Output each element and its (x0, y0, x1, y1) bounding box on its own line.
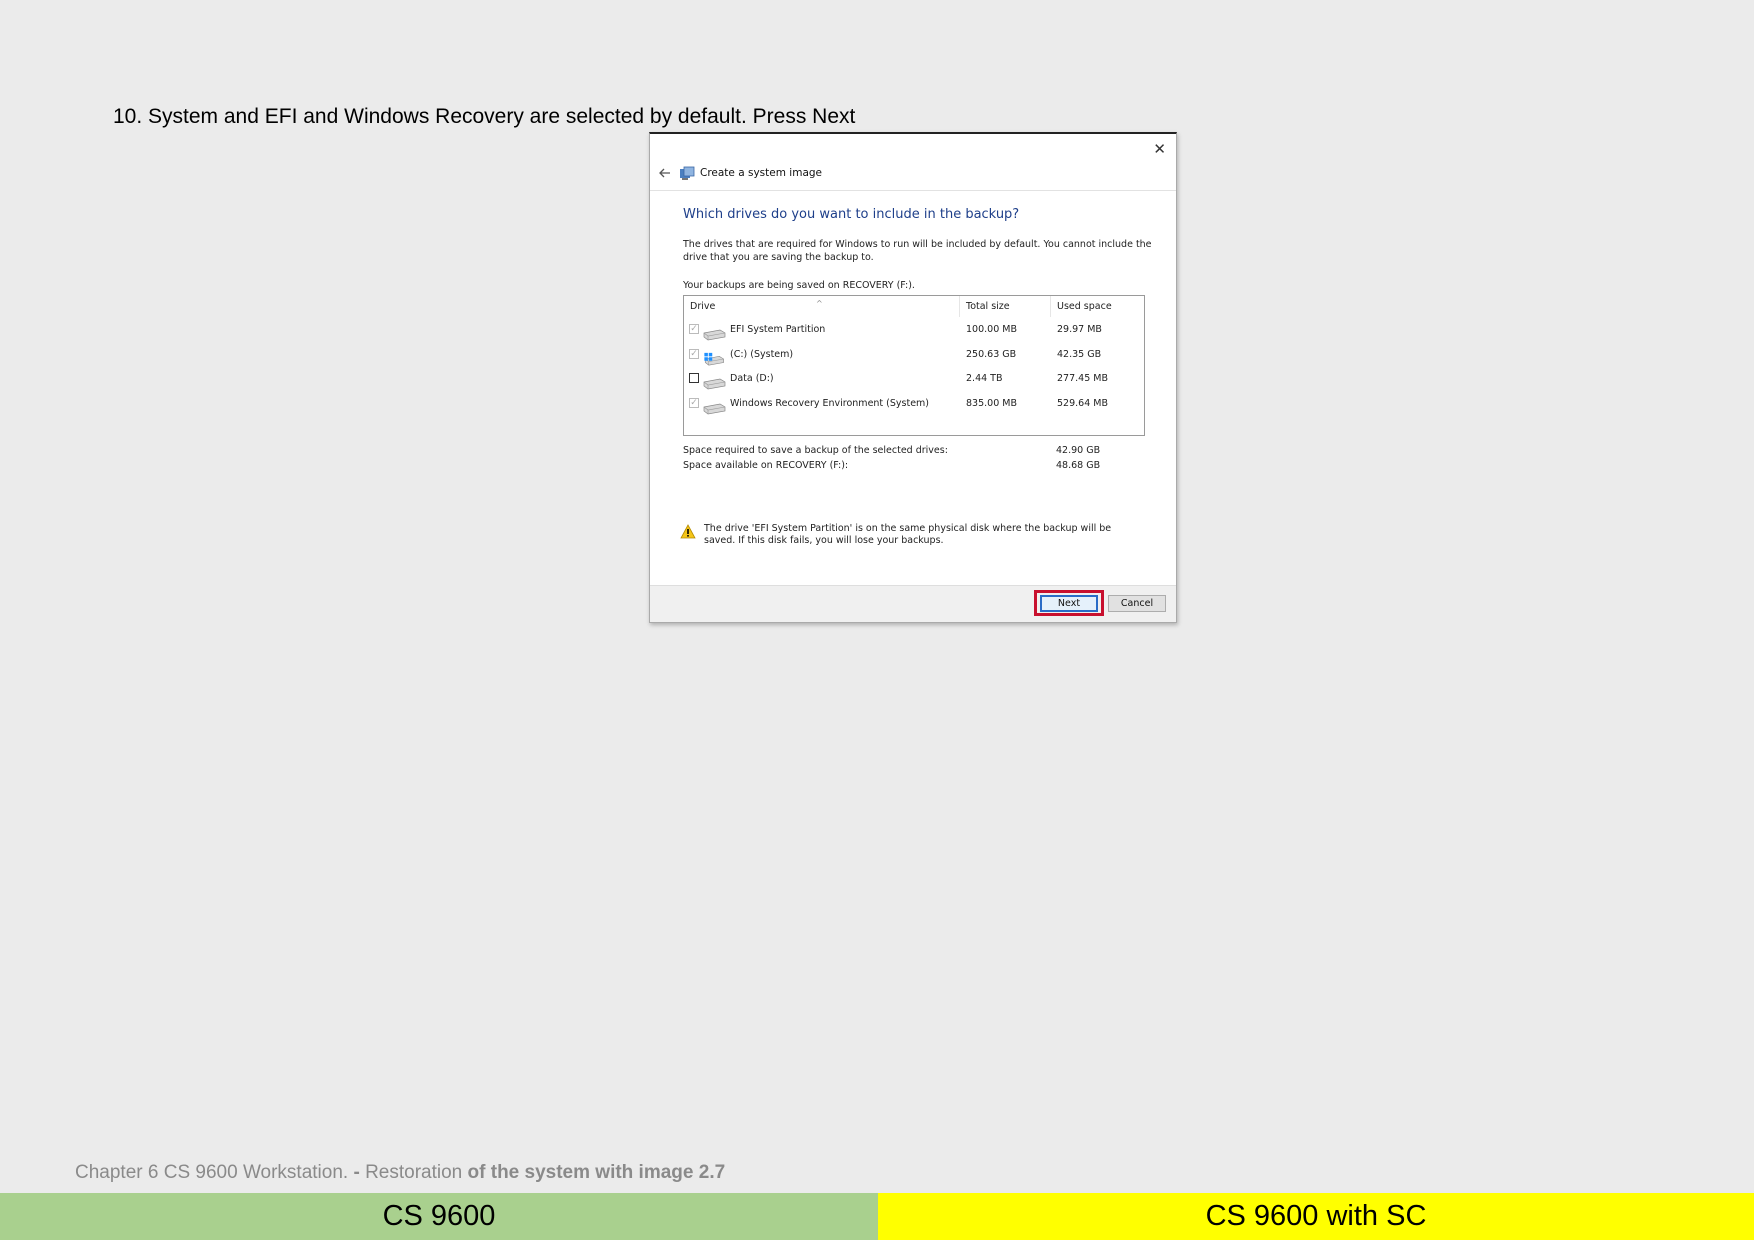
backup-location-text: Your backups are being saved on RECOVERY… (683, 280, 915, 291)
column-header-total-size[interactable]: Total size (960, 296, 1051, 317)
drive-icon (703, 403, 726, 415)
column-header-used-space[interactable]: Used space (1051, 296, 1144, 317)
drive-name: EFI System Partition (730, 324, 826, 335)
drive-icon (703, 378, 726, 390)
dialog-title: Create a system image (700, 167, 823, 179)
chapter-footer-text: Chapter 6 CS 9600 Workstation. - Restora… (75, 1162, 726, 1183)
warning-icon (680, 524, 696, 539)
drive-icon (703, 329, 726, 341)
drive-total-size: 250.63 GB (966, 349, 1017, 360)
space-required-value: 42.90 GB (1056, 445, 1101, 456)
next-button[interactable]: Next (1040, 595, 1098, 612)
drive-checkbox: ✓ (689, 349, 699, 359)
dialog-title-bar: Create a system image (650, 156, 1176, 191)
drive-total-size: 2.44 TB (966, 373, 1003, 384)
drive-used-space: 29.97 MB (1057, 324, 1102, 335)
space-required-label: Space required to save a backup of the s… (683, 445, 948, 456)
table-header: Drive ^ Total size Used space (684, 296, 1144, 317)
cs9600-sc-band: CS 9600 with SC (878, 1193, 1754, 1240)
drive-total-size: 100.00 MB (966, 324, 1017, 335)
product-bar: CS 9600 CS 9600 with SC (0, 1193, 1754, 1240)
warning-message: The drive 'EFI System Partition' is on t… (680, 523, 1150, 547)
space-available-label: Space available on RECOVERY (F:): (683, 460, 849, 471)
cs9600-band: CS 9600 (0, 1193, 878, 1240)
drive-used-space: 529.64 MB (1057, 398, 1108, 409)
drive-total-size: 835.00 MB (966, 398, 1017, 409)
drive-used-space: 277.45 MB (1057, 373, 1108, 384)
cancel-button[interactable]: Cancel (1108, 595, 1166, 612)
column-header-drive[interactable]: Drive ^ (684, 296, 960, 317)
drive-row[interactable]: ✓ EFI System Partition 100.00 MB 29.97 MB (684, 317, 1144, 344)
dialog-description: The drives that are required for Windows… (683, 239, 1152, 263)
instruction-text: 10. System and EFI and Windows Recovery … (113, 105, 856, 128)
drive-name: Windows Recovery Environment (System) (730, 398, 930, 409)
drive-checkbox: ✓ (689, 398, 699, 408)
space-available-value: 48.68 GB (1056, 460, 1101, 471)
sort-caret-icon: ^ (816, 299, 823, 308)
drive-used-space: 42.35 GB (1057, 349, 1102, 360)
windows-drive-icon (704, 352, 724, 366)
drive-table: Drive ^ Total size Used space ✓ EFI System… (683, 295, 1145, 436)
drive-checkbox: ✓ (689, 324, 699, 334)
drive-row[interactable]: ✓ Windows Recovery Environment (System) 83… (684, 391, 1144, 418)
create-system-image-dialog: ✕ Create a system image Which drives do … (649, 132, 1177, 623)
drive-row[interactable]: ✓ (C:) (System) 250.63 GB 42.35 GB (684, 342, 1144, 369)
drive-name: Data (D:) (730, 373, 774, 384)
drive-name: (C:) (System) (730, 349, 794, 360)
back-arrow-icon[interactable] (656, 164, 674, 182)
drive-checkbox[interactable] (689, 373, 699, 383)
dialog-heading: Which drives do you want to include in t… (683, 207, 1020, 222)
warning-text: The drive 'EFI System Partition' is on t… (704, 523, 1112, 546)
backup-app-icon (680, 166, 695, 180)
drive-row[interactable]: Data (D:) 2.44 TB 277.45 MB (684, 366, 1144, 393)
dialog-footer: Next Cancel (650, 585, 1176, 622)
